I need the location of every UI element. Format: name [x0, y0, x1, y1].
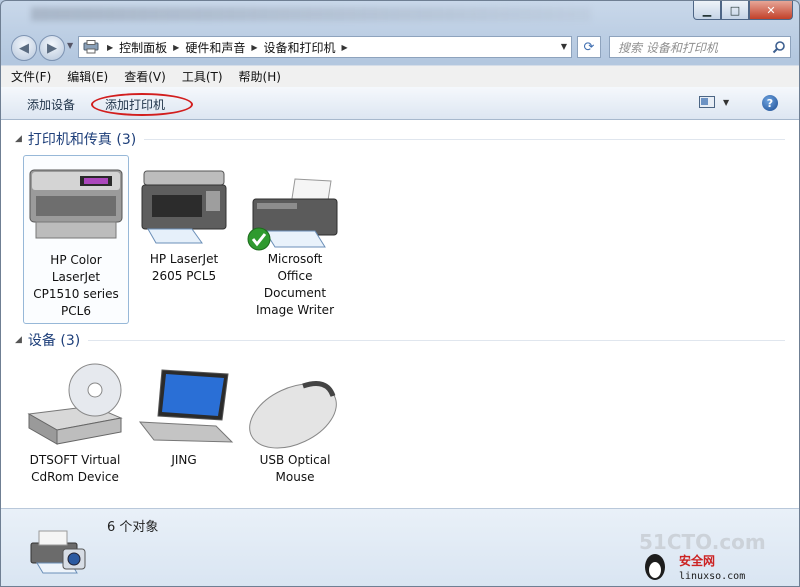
object-count: 6 个对象 — [107, 520, 159, 535]
device-label: 2605 PCL5 — [151, 269, 217, 283]
change-view-icon[interactable] — [699, 96, 715, 108]
device-item[interactable]: JING — [132, 356, 236, 469]
explorer-window: ▁ □ ✕ ◀ ▶ ▼ ▶ 控制面板 ▶ 硬件和声音 ▶ 设备和打印机 ▶ ▼ … — [0, 0, 800, 587]
device-label: LaserJet — [51, 270, 101, 284]
menu-file[interactable]: 文件(F) — [11, 68, 51, 85]
minimize-button[interactable]: ▁ — [693, 1, 721, 20]
svg-text:安全网: 安全网 — [679, 553, 715, 568]
device-label: USB Optical — [259, 453, 331, 467]
menu-view[interactable]: 查看(V) — [124, 68, 166, 85]
close-button[interactable]: ✕ — [749, 1, 793, 20]
device-label: JING — [171, 453, 197, 467]
menu-help[interactable]: 帮助(H) — [239, 68, 281, 85]
details-pane: 6 个对象 51CTO.com 安全网 linuxso.com — [1, 508, 799, 586]
device-item[interactable]: DTSOFT Virtual CdRom Device — [23, 356, 127, 486]
device-label: Office — [277, 269, 313, 283]
breadcrumb-separator[interactable]: ▶ — [107, 43, 113, 52]
menu-bar: 文件(F) 编辑(E) 查看(V) 工具(T) 帮助(H) — [1, 65, 799, 87]
content-pane: ◢ 打印机和传真 (3) HP Color LaserJet CP1510 se… — [1, 120, 799, 508]
address-dropdown-icon[interactable]: ▼ — [561, 42, 567, 51]
title-bar-background — [31, 7, 591, 21]
device-item[interactable]: USB Optical Mouse — [243, 356, 347, 486]
address-bar[interactable]: ▶ 控制面板 ▶ 硬件和声音 ▶ 设备和打印机 ▶ ▼ — [78, 36, 572, 58]
collapse-icon[interactable]: ◢ — [15, 134, 22, 144]
device-label: CP1510 series — [33, 287, 119, 301]
menu-edit[interactable]: 编辑(E) — [67, 68, 108, 85]
device-label: HP LaserJet — [149, 252, 219, 266]
group-title: 设备 (3) — [27, 333, 81, 349]
device-item[interactable]: HP Color LaserJet CP1510 series PCL6 — [23, 155, 129, 324]
device-label: Document — [263, 286, 327, 300]
menu-tools[interactable]: 工具(T) — [182, 68, 223, 85]
device-item[interactable]: Microsoft Office Document Image Writer — [243, 155, 347, 319]
title-bar: ▁ □ ✕ — [1, 1, 799, 31]
breadcrumb-separator[interactable]: ▶ — [251, 43, 257, 52]
device-item[interactable]: HP LaserJet 2605 PCL5 — [132, 155, 236, 285]
devices-printers-icon — [83, 40, 99, 54]
device-label: HP Color — [50, 253, 102, 267]
back-button[interactable]: ◀ — [11, 35, 37, 61]
device-label: Microsoft — [267, 252, 323, 266]
maximize-button[interactable]: □ — [721, 1, 749, 20]
recent-pages-dropdown[interactable]: ▼ — [67, 41, 73, 50]
devices-printers-large-icon — [30, 530, 86, 574]
device-label: Image Writer — [255, 303, 334, 317]
multifunction-printer-icon — [132, 155, 236, 251]
help-icon[interactable]: ? — [762, 95, 778, 111]
highlight-annotation — [91, 93, 193, 116]
maximize-icon: □ — [729, 3, 741, 17]
cdrom-drive-icon — [23, 356, 127, 452]
color-laser-printer-icon — [24, 156, 128, 252]
svg-text:linuxso.com: linuxso.com — [679, 571, 745, 582]
svg-text:51CTO.com: 51CTO.com — [639, 530, 766, 554]
back-arrow-icon: ◀ — [19, 40, 29, 56]
group-header-printers[interactable]: ◢ 打印机和传真 (3) — [15, 129, 785, 149]
minimize-icon: ▁ — [702, 3, 712, 17]
refresh-icon: ⟳ — [583, 39, 595, 55]
group-divider — [88, 339, 785, 341]
window-controls: ▁ □ ✕ — [693, 1, 793, 20]
group-divider — [144, 138, 785, 140]
group-header-devices[interactable]: ◢ 设备 (3) — [15, 330, 785, 350]
device-label: DTSOFT Virtual — [29, 453, 121, 467]
breadcrumb-control-panel[interactable]: 控制面板 — [119, 39, 167, 56]
search-icon[interactable] — [772, 40, 786, 54]
device-label: Mouse — [275, 470, 315, 484]
collapse-icon[interactable]: ◢ — [15, 335, 22, 345]
mouse-icon — [243, 356, 347, 452]
site-watermark-logo: 51CTO.com 安全网 linuxso.com — [639, 530, 766, 582]
view-options-dropdown[interactable]: ▼ — [723, 98, 729, 107]
printer-icon — [243, 155, 347, 251]
search-box[interactable] — [609, 36, 791, 58]
breadcrumb-separator[interactable]: ▶ — [173, 43, 179, 52]
refresh-button[interactable]: ⟳ — [577, 36, 601, 58]
breadcrumb-devices-printers[interactable]: 设备和打印机 — [264, 39, 336, 56]
add-device-button[interactable]: 添加设备 — [27, 96, 75, 113]
forward-arrow-icon: ▶ — [47, 40, 57, 56]
search-input[interactable] — [616, 38, 770, 58]
device-label: CdRom Device — [31, 470, 119, 484]
close-icon: ✕ — [766, 3, 776, 17]
breadcrumb-separator[interactable]: ▶ — [342, 43, 348, 52]
device-label: PCL6 — [61, 304, 91, 318]
breadcrumb-hardware-sound[interactable]: 硬件和声音 — [185, 39, 245, 56]
forward-button[interactable]: ▶ — [39, 35, 65, 61]
navigation-bar: ◀ ▶ ▼ ▶ 控制面板 ▶ 硬件和声音 ▶ 设备和打印机 ▶ ▼ ⟳ — [1, 33, 799, 61]
default-printer-check-icon — [247, 227, 271, 251]
laptop-icon — [132, 356, 236, 452]
group-title: 打印机和传真 (3) — [27, 132, 137, 148]
